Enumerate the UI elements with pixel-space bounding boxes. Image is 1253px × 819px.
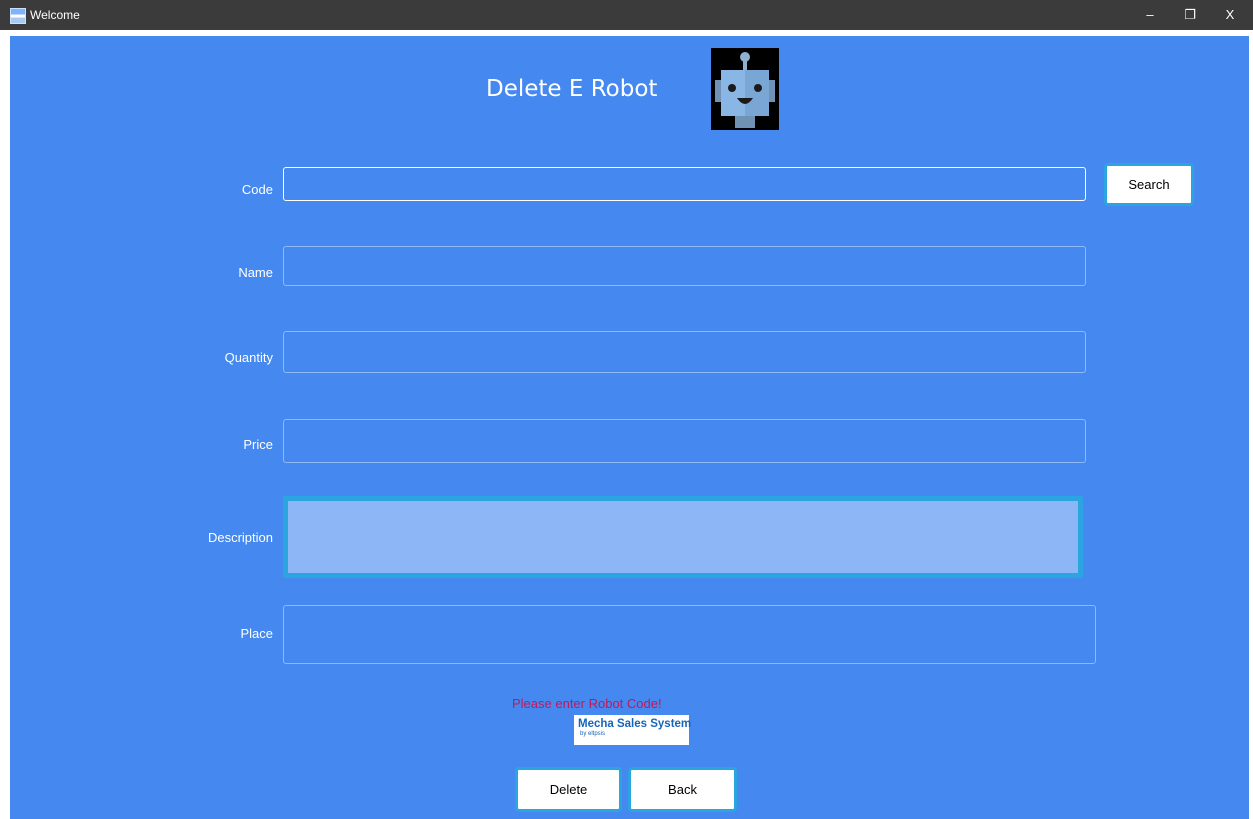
code-label: Code <box>241 182 273 197</box>
name-label: Name <box>238 265 273 280</box>
app-icon <box>10 8 26 24</box>
brand-name: Mecha Sales System <box>578 718 692 730</box>
restore-button[interactable]: ❐ <box>1178 3 1202 27</box>
code-input[interactable] <box>283 167 1086 201</box>
price-input[interactable] <box>283 419 1086 463</box>
place-input[interactable] <box>283 605 1096 664</box>
description-field[interactable] <box>283 496 1083 578</box>
brand-byline: by eltpsis <box>580 731 606 737</box>
brand-logo: Mecha Sales System by eltpsis <box>574 715 692 745</box>
delete-button[interactable]: Delete <box>515 767 622 812</box>
window-titlebar: Welcome – ❐ X <box>0 0 1253 30</box>
close-button[interactable]: X <box>1218 3 1242 27</box>
minimize-button[interactable]: – <box>1138 3 1162 27</box>
quantity-input[interactable] <box>283 331 1086 373</box>
name-input[interactable] <box>283 246 1086 286</box>
window-title: Welcome <box>30 8 80 22</box>
page-title: Delete E Robot <box>486 76 658 102</box>
search-button[interactable]: Search <box>1104 163 1194 206</box>
delete-robot-form: Delete E Robot Code Search Name Quantity… <box>10 36 1249 819</box>
back-button[interactable]: Back <box>628 767 737 812</box>
description-label: Description <box>207 530 273 545</box>
status-message: Please enter Robot Code! <box>512 696 662 711</box>
place-label: Place <box>240 626 273 641</box>
price-label: Price <box>243 437 273 452</box>
quantity-label: Quantity <box>224 350 273 365</box>
robot-face-icon <box>711 48 779 130</box>
